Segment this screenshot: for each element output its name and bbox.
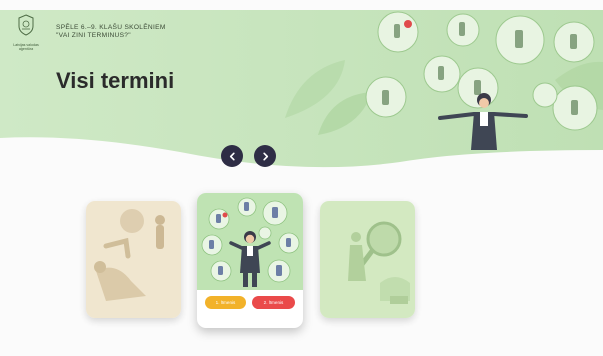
chevron-right-icon	[262, 152, 268, 160]
science-illustration	[320, 201, 415, 318]
professions-illustration	[197, 193, 303, 290]
page: Latvijas valodas aģentūra SPĒLE 6.–9. KL…	[0, 0, 603, 356]
page-title: Visi termini	[56, 68, 175, 93]
carousel-card-professions[interactable]: 1. līmenis 2. līmenis	[197, 193, 303, 328]
carousel-next-button[interactable]	[254, 145, 276, 167]
chevron-left-icon	[229, 152, 235, 160]
level-2-button[interactable]: 2. līmenis	[252, 296, 295, 309]
game-title: SPĒLE 6.–9. KLAŠU SKOLĒNIEM "VAI ZINI TE…	[56, 24, 166, 40]
carousel-prev-button[interactable]	[221, 145, 243, 167]
agency-logo: Latvijas valodas aģentūra	[6, 14, 46, 52]
carousel-card-science[interactable]	[320, 201, 415, 318]
game-title-line-1: SPĒLE 6.–9. KLAŠU SKOLĒNIEM	[56, 24, 166, 31]
sports-illustration	[86, 201, 181, 318]
level-1-button[interactable]: 1. līmenis	[205, 296, 246, 309]
game-title-line-2: "VAI ZINI TERMINUS?"	[56, 32, 131, 39]
logo-line-2: aģentūra	[18, 47, 34, 52]
coat-of-arms-icon	[18, 14, 34, 36]
carousel-card-sports[interactable]	[86, 201, 181, 318]
